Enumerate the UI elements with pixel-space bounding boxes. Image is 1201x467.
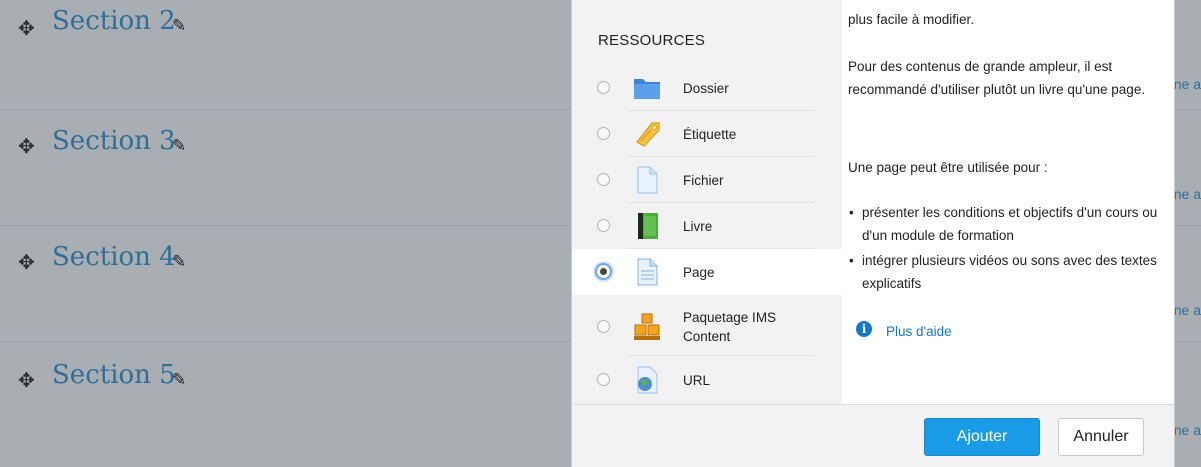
info-icon: i — [856, 321, 872, 337]
more-help-link[interactable]: Plus d'aide — [886, 320, 952, 343]
help-paragraph: Une page peut être utilisée pour : — [848, 160, 1048, 175]
section-edge-link[interactable]: ne a — [1174, 302, 1201, 318]
section-edge-link[interactable]: ne a — [1174, 186, 1201, 202]
resource-option-fichier[interactable]: Fichier — [572, 157, 842, 203]
resource-label: Livre — [683, 219, 713, 234]
url-icon — [637, 366, 658, 394]
resource-option-url[interactable]: URL — [572, 357, 842, 403]
section-title[interactable]: Section 4 — [52, 242, 176, 272]
section-title[interactable]: Section 3 — [52, 126, 176, 156]
section-edge-link[interactable]: ne a — [1174, 422, 1201, 438]
resource-option-ims-package[interactable]: Paquetage IMS Content — [572, 298, 842, 356]
edit-pencil-icon[interactable]: ✎ — [172, 252, 186, 272]
edit-pencil-icon[interactable]: ✎ — [172, 370, 186, 390]
resource-label: Dossier — [683, 81, 729, 96]
dialog-footer: Ajouter Annuler — [572, 404, 1174, 467]
file-icon — [637, 166, 658, 194]
cancel-button[interactable]: Annuler — [1058, 418, 1144, 456]
resource-label: Fichier — [683, 173, 724, 188]
resource-list: RESSOURCES Dossier Étiquette Fichier Liv… — [572, 0, 842, 404]
move-icon[interactable]: ✥ — [18, 134, 35, 158]
resource-option-dossier[interactable]: Dossier — [572, 65, 842, 111]
page-icon — [637, 258, 658, 286]
edit-pencil-icon[interactable]: ✎ — [172, 136, 186, 156]
resource-option-page[interactable]: Page — [572, 249, 842, 295]
activity-chooser-dialog: RESSOURCES Dossier Étiquette Fichier Liv… — [571, 0, 1175, 467]
radio-button[interactable] — [597, 320, 610, 333]
resource-option-etiquette[interactable]: Étiquette — [572, 111, 842, 157]
ims-package-icon — [634, 313, 660, 340]
move-icon[interactable]: ✥ — [18, 368, 35, 392]
add-button[interactable]: Ajouter — [924, 418, 1040, 456]
radio-button[interactable] — [597, 173, 610, 186]
book-icon — [638, 213, 658, 239]
radio-button[interactable] — [597, 373, 610, 386]
resource-label: URL — [683, 373, 711, 388]
radio-button[interactable] — [597, 127, 610, 140]
move-icon[interactable]: ✥ — [18, 16, 35, 40]
radio-button[interactable] — [597, 219, 610, 232]
edit-pencil-icon[interactable]: ✎ — [172, 16, 186, 36]
resource-label: Paquetage IMS Content — [683, 310, 777, 344]
folder-icon — [634, 79, 660, 99]
help-bullet: présenter les conditions et objectifs d'… — [849, 201, 1162, 247]
resource-option-livre[interactable]: Livre — [572, 203, 842, 249]
move-icon[interactable]: ✥ — [18, 250, 35, 274]
resource-label: Page — [683, 265, 715, 280]
section-edge-link[interactable]: ne a — [1174, 76, 1201, 92]
radio-button[interactable] — [597, 81, 610, 94]
section-title[interactable]: Section 5 — [52, 360, 176, 390]
resources-header: RESSOURCES — [598, 32, 706, 49]
resource-label: Étiquette — [683, 127, 737, 142]
section-title[interactable]: Section 2 — [52, 6, 176, 36]
help-intro-end: plus facile à modifier. — [848, 12, 975, 27]
help-bullet: intégrer plusieurs vidéos ou sons avec d… — [849, 249, 1162, 295]
help-paragraph: Pour des contenus de grande ampleur, il … — [848, 59, 1146, 97]
radio-button-checked[interactable] — [595, 263, 612, 280]
label-tag-icon — [636, 122, 660, 147]
